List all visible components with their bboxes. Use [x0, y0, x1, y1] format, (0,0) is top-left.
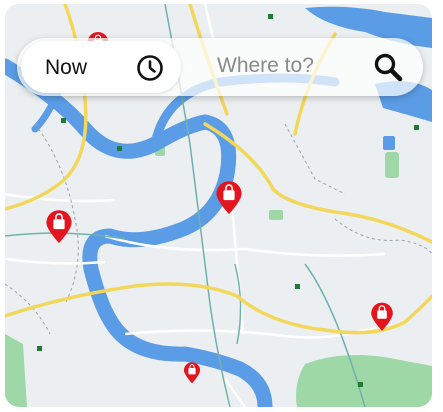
- map-view[interactable]: Now: [5, 4, 432, 407]
- clock-icon[interactable]: [136, 54, 164, 82]
- shopping-bag-pin-icon[interactable]: [370, 299, 394, 335]
- shopping-bag-pin-icon[interactable]: [183, 361, 201, 385]
- search-bar: Now: [17, 38, 423, 96]
- search-icon[interactable]: [373, 52, 403, 82]
- shopping-bag-pin-icon[interactable]: [45, 207, 73, 247]
- destination-search-input[interactable]: [217, 52, 357, 80]
- time-selector-label: Now: [45, 56, 88, 79]
- shopping-bag-pin-icon[interactable]: [215, 178, 243, 218]
- time-selector-button[interactable]: Now: [21, 41, 181, 93]
